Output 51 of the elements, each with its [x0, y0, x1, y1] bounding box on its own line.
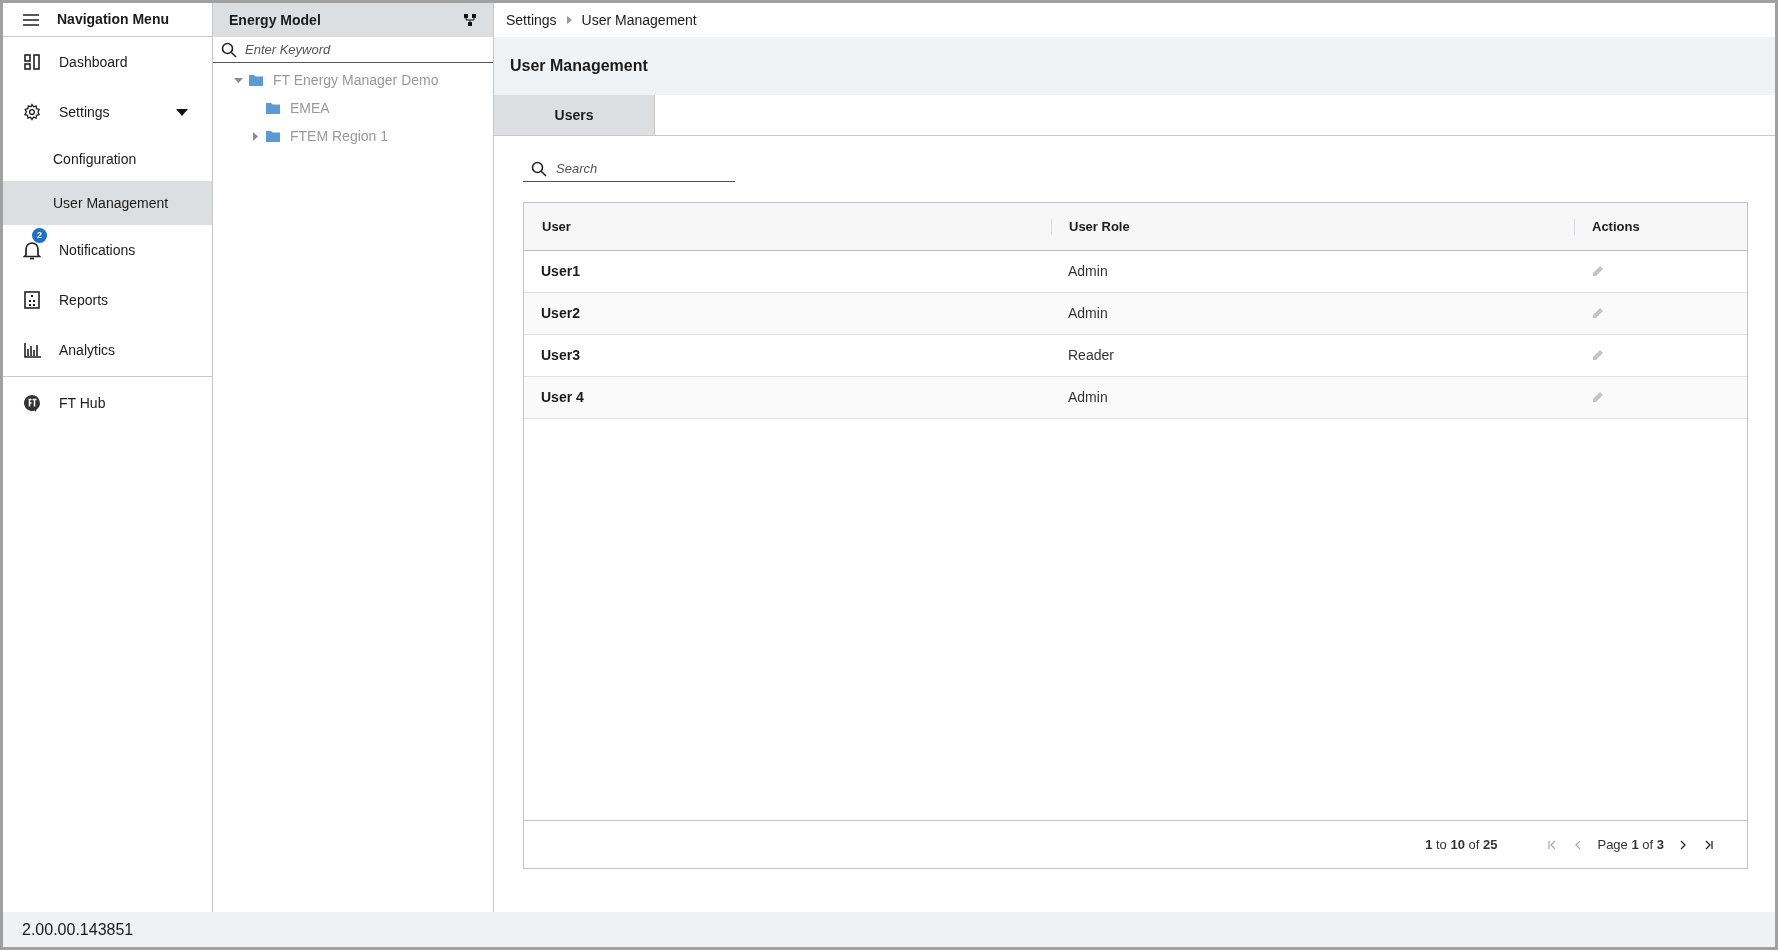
- tab[interactable]: Users: [494, 95, 655, 135]
- menu-icon[interactable]: [23, 13, 39, 26]
- table-cell: Admin: [1068, 389, 1108, 405]
- page-indicator: Page 1 of 3: [1597, 835, 1664, 854]
- table-cell: Admin: [1068, 263, 1108, 279]
- table-cell: Reader: [1068, 347, 1114, 363]
- bell-icon: [23, 240, 41, 260]
- table-cell: User 4: [541, 389, 584, 405]
- nav-item[interactable]: 2 Notifications: [3, 225, 212, 275]
- hub-icon: [23, 394, 41, 412]
- dashboard-icon: [24, 54, 40, 70]
- report-icon: [24, 291, 40, 309]
- folder-icon: [266, 102, 280, 114]
- next-page-icon[interactable]: [1678, 839, 1688, 850]
- table-cell: Admin: [1068, 305, 1108, 321]
- breadcrumb-item[interactable]: Settings: [506, 9, 557, 31]
- first-page-icon[interactable]: [1547, 839, 1558, 850]
- caret-down-icon: [176, 108, 188, 116]
- bar-chart-icon: [23, 342, 41, 358]
- nav-item[interactable]: Dashboard: [3, 37, 212, 87]
- nav-item[interactable]: FT Hub: [3, 378, 212, 428]
- version-text: 2.00.00.143851: [22, 919, 134, 940]
- folder-icon: [266, 130, 280, 142]
- last-page-icon[interactable]: [1704, 839, 1714, 850]
- search-icon: [531, 160, 547, 177]
- column-header[interactable]: User Role: [1069, 216, 1130, 237]
- search-field[interactable]: Search: [556, 156, 727, 181]
- search-icon: [221, 41, 237, 58]
- page-title: User Management: [510, 56, 648, 76]
- breadcrumb-item: User Management: [581, 10, 697, 30]
- hierarchy-icon[interactable]: [463, 13, 477, 27]
- column-header[interactable]: Actions: [1592, 216, 1640, 237]
- table-cell: User1: [541, 263, 580, 279]
- keyword-field[interactable]: Enter Keyword: [245, 37, 485, 62]
- nav-title: Navigation Menu: [57, 10, 169, 29]
- panel-title: Energy Model: [229, 10, 321, 30]
- nav-subitem[interactable]: User Management: [3, 181, 212, 225]
- table-cell: User3: [541, 347, 580, 363]
- settings-icon: [23, 103, 41, 121]
- caret-down-icon[interactable]: [233, 77, 243, 83]
- nav-item[interactable]: Settings: [3, 87, 212, 137]
- chevron-right-icon: [566, 16, 572, 24]
- column-header[interactable]: User: [542, 216, 571, 237]
- nav-subitem[interactable]: Configuration: [3, 137, 212, 181]
- caret-right-icon[interactable]: [252, 131, 258, 141]
- row-range-text: 1 to 10 of 25: [1425, 835, 1498, 854]
- nav-item[interactable]: Analytics: [3, 325, 212, 375]
- table-cell: User2: [541, 305, 580, 321]
- nav-item[interactable]: Reports: [3, 275, 212, 325]
- folder-icon: [249, 74, 263, 86]
- notification-badge: 2: [32, 228, 47, 243]
